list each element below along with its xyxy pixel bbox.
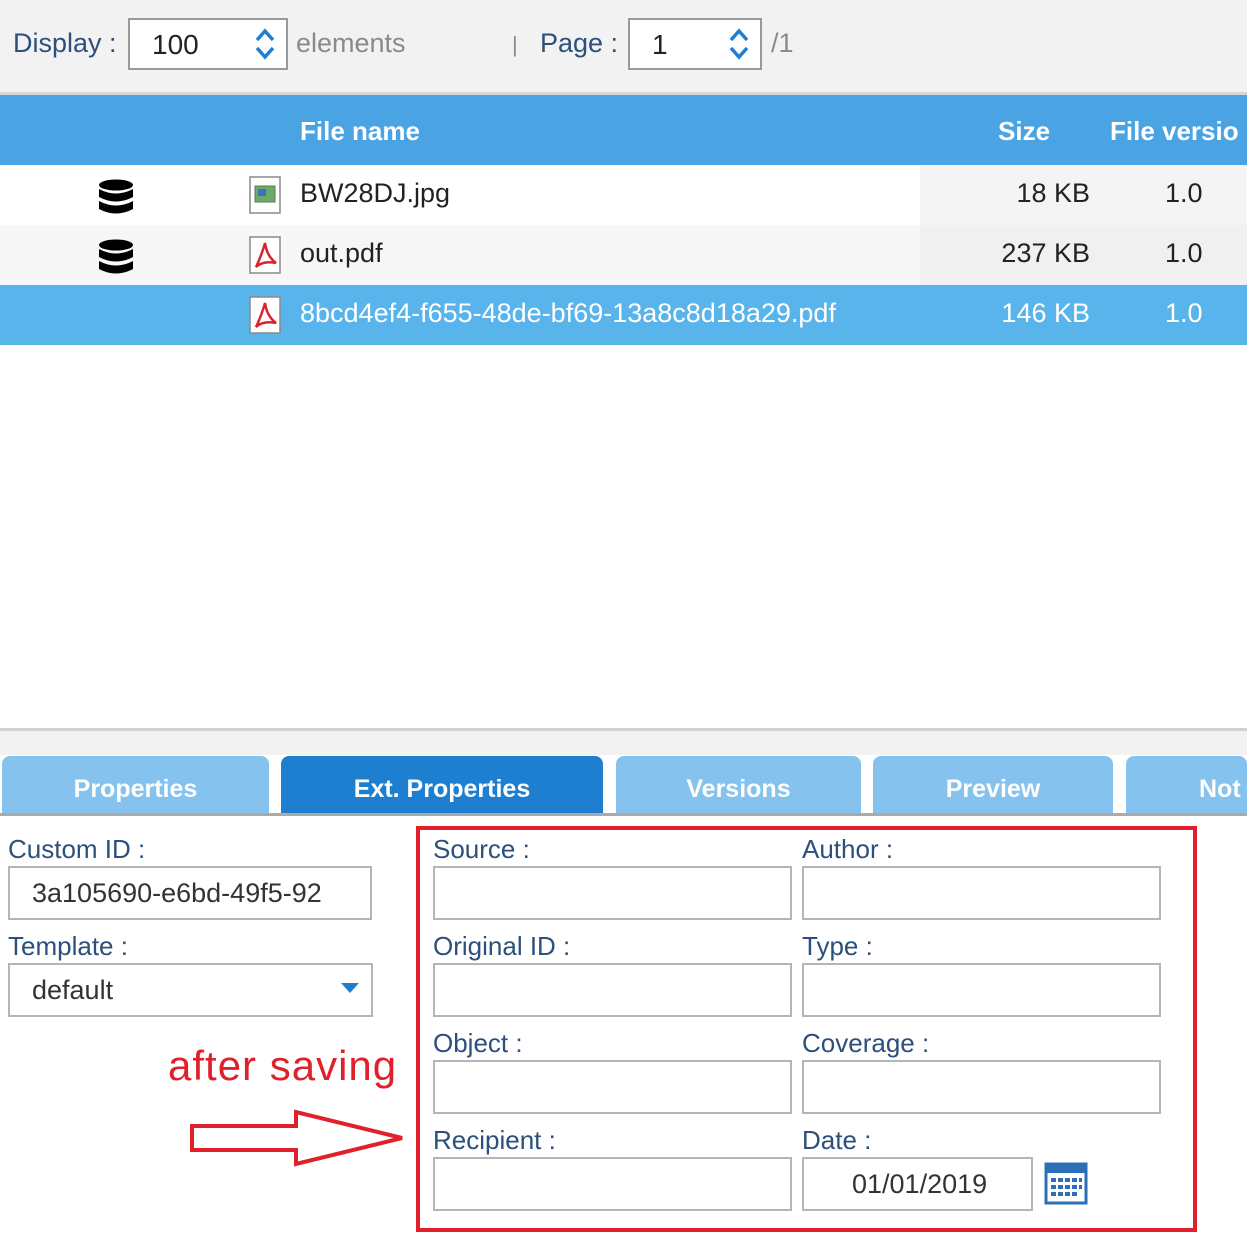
file-version: 1.0	[1165, 238, 1203, 268]
grid-header: File name Size File versio	[0, 95, 1247, 165]
annotation-arrow-icon	[190, 1109, 403, 1167]
database-icon	[99, 179, 133, 214]
file-size: 18 KB	[1016, 178, 1090, 208]
display-count-value[interactable]: 100	[152, 29, 199, 61]
annotation-text: after saving	[168, 1042, 398, 1089]
stepper-arrows-icon[interactable]	[254, 26, 276, 62]
tab-divider	[0, 813, 1247, 816]
column-header-file-version[interactable]: File versio	[1110, 116, 1239, 147]
tab-ext-properties[interactable]: Ext. Properties	[281, 756, 603, 814]
annotation-highlight-box	[416, 826, 1197, 1232]
paging-bar: Display : 100 elements | Page : 1 /1	[0, 0, 1247, 92]
custom-id-label: Custom ID :	[8, 834, 146, 864]
template-value[interactable]: default	[32, 975, 113, 1006]
tab-preview[interactable]: Preview	[873, 756, 1113, 814]
display-label: Display :	[13, 28, 117, 58]
database-icon	[99, 239, 133, 274]
stepper-arrows-icon[interactable]	[728, 26, 750, 62]
column-header-file-name[interactable]: File name	[300, 116, 420, 147]
page-value[interactable]: 1	[652, 29, 668, 61]
template-label: Template :	[8, 931, 128, 961]
table-row[interactable]: out.pdf 237 KB 1.0	[0, 225, 1247, 285]
tab-notes[interactable]: Not	[1126, 756, 1247, 814]
elements-label: elements	[296, 28, 406, 58]
display-count-stepper[interactable]: 100	[128, 18, 288, 70]
page-total: /1	[771, 28, 794, 58]
splitter-band	[0, 731, 1247, 755]
custom-id-field[interactable]: 3a105690-e6bd-49f5-92	[8, 866, 372, 920]
file-name: out.pdf	[300, 238, 383, 268]
tab-properties[interactable]: Properties	[2, 756, 269, 814]
table-row-selected[interactable]: 8bcd4ef4-f655-48de-bf69-13a8c8d18a29.pdf…	[0, 285, 1247, 345]
page-stepper[interactable]: 1	[628, 18, 762, 70]
pdf-file-icon	[249, 236, 281, 274]
file-name: BW28DJ.jpg	[300, 178, 451, 208]
pdf-file-icon	[249, 296, 281, 334]
image-file-icon	[249, 176, 281, 214]
tab-versions[interactable]: Versions	[616, 756, 861, 814]
column-header-size[interactable]: Size	[998, 116, 1050, 147]
custom-id-value[interactable]: 3a105690-e6bd-49f5-92	[32, 878, 322, 909]
file-version: 1.0	[1165, 178, 1203, 208]
file-name: 8bcd4ef4-f655-48de-bf69-13a8c8d18a29.pdf	[300, 298, 836, 328]
file-size: 237 KB	[1001, 238, 1090, 268]
file-version: 1.0	[1165, 298, 1203, 328]
table-row[interactable]: BW28DJ.jpg 18 KB 1.0	[0, 165, 1247, 225]
paging-separator: |	[512, 32, 518, 57]
page-label: Page :	[540, 28, 619, 58]
chevron-down-icon[interactable]	[341, 983, 359, 993]
file-size: 146 KB	[1001, 298, 1090, 328]
template-select[interactable]: default	[8, 963, 373, 1017]
